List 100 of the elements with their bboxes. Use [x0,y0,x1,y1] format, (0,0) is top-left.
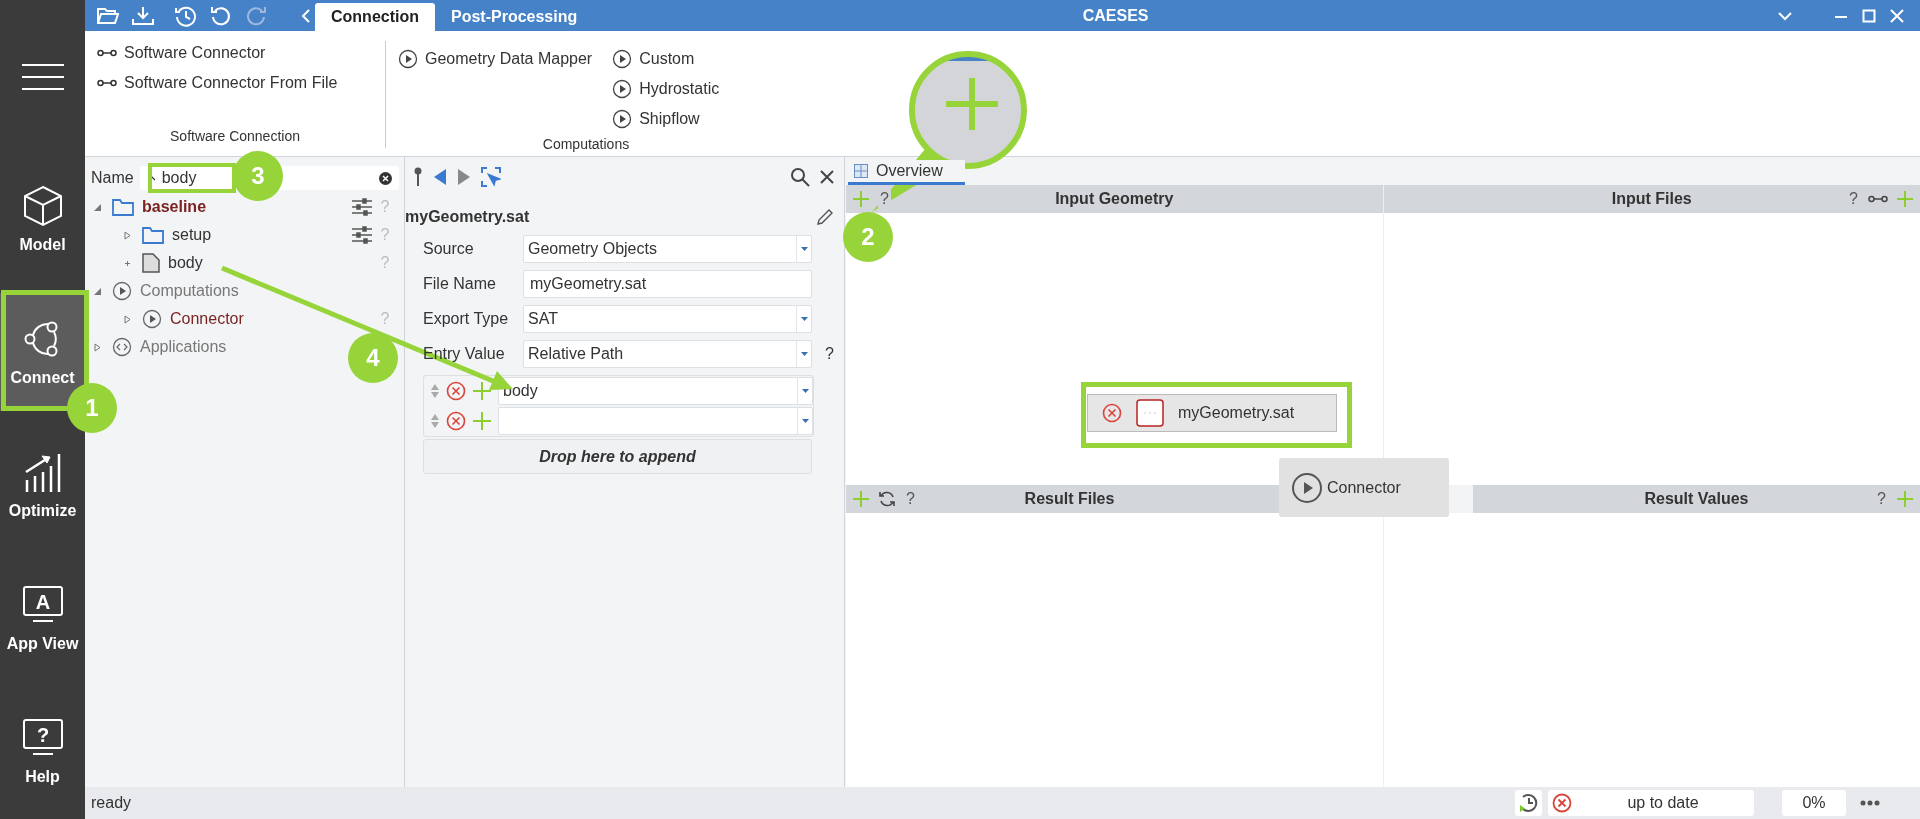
filter-label: Name [91,169,134,187]
caret-icon [800,246,808,251]
caret-icon [800,316,808,321]
drop-zone[interactable]: Drop here to append [423,439,812,474]
ribbon-item[interactable]: Shipflow [612,107,720,130]
callout-badge: 1 [67,383,117,433]
tree-item[interactable]: Applications [140,338,227,356]
back-arrow-icon[interactable] [433,168,447,186]
plus-icon[interactable] [123,258,132,268]
progress-indicator: 0% [1782,790,1846,816]
section-title: Result Files [1024,490,1115,508]
field-label: Entry Value [423,344,506,363]
sidebar-item[interactable]: Model [0,160,85,278]
history-icon[interactable] [175,4,197,27]
geometry-node[interactable]: myGeometry.sat [1087,394,1337,432]
ribbon-item[interactable]: Geometry Data Mapper [398,47,593,70]
pencil-icon[interactable] [816,208,834,226]
view-tab[interactable]: Overview [848,160,965,185]
play-icon [612,78,633,99]
play-icon [612,48,633,69]
link-icon [97,77,117,88]
ribbon-item[interactable]: Hydrostatic [612,77,720,100]
reorder-icon[interactable] [430,413,440,429]
caret-icon [800,351,808,356]
caret-icon [801,389,809,393]
field-label: File Name [423,274,497,293]
play-icon [142,309,162,329]
clear-icon[interactable] [379,171,392,185]
remove-icon[interactable] [446,381,466,401]
ribbon-item[interactable]: Software Connector [97,41,338,64]
search-icon[interactable] [790,167,810,187]
refresh-icon[interactable] [878,490,896,508]
section-title: Input Geometry [1055,190,1174,208]
dropdown-field[interactable]: Relative Path [523,339,812,368]
collapse-icon[interactable] [93,202,102,212]
ribbon-tab[interactable]: Post-Processing [435,3,594,31]
menu-icon[interactable] [21,63,64,90]
tree-item[interactable]: baseline [142,198,207,216]
section-title: Result Values [1644,490,1749,508]
code-icon [112,337,132,357]
error-icon [1552,793,1572,813]
connector-node[interactable]: Connector [1279,458,1449,517]
play-icon [612,108,633,129]
text-field[interactable]: myGeometry.sat [523,269,812,298]
undo-icon[interactable] [210,4,232,27]
play-icon [1291,471,1323,504]
dropdown-field[interactable]: Geometry Objects [523,234,812,263]
dropdown-field[interactable] [498,407,813,435]
history-button[interactable] [1515,790,1542,816]
object-title: myGeometry.sat [405,208,530,226]
ribbon-item[interactable]: Software Connector From File [97,71,338,94]
sliders-icon[interactable] [352,226,372,244]
remove-icon[interactable] [1102,403,1122,423]
link-icon [97,47,117,58]
sliders-icon[interactable] [352,198,372,216]
dropdown-field[interactable]: SAT [523,304,812,333]
expand-icon[interactable] [93,342,102,352]
group-label: Computations [542,136,630,152]
expand-icon[interactable] [123,230,132,240]
tree-item[interactable]: Computations [140,282,239,300]
group-label: Software Connection [170,128,300,144]
ribbon-item[interactable]: Custom [612,47,720,70]
file-icon [142,253,160,273]
download-icon[interactable] [132,5,154,26]
close-icon[interactable] [820,170,834,184]
callout-badge: 3 [233,151,283,201]
tree-item[interactable]: body [168,254,203,272]
grid-icon [854,164,868,178]
section-title: Input Files [1611,190,1692,208]
sidebar-item[interactable]: A App View [0,559,85,677]
play-icon [112,281,132,301]
tree-item[interactable]: Connector [170,310,244,328]
play-icon [398,48,418,69]
folder-icon [142,226,164,244]
file-icon [1136,399,1164,427]
collapse-icon[interactable] [93,286,102,296]
ribbon-tab[interactable]: Connection [315,3,435,31]
help-mark[interactable]: ? [878,190,891,208]
back-icon[interactable] [300,7,312,24]
status-indicator: up to date [1548,790,1754,816]
pin-icon[interactable] [413,167,423,187]
chevron-icon[interactable] [1778,10,1792,21]
status-message: ready [91,794,132,812]
help-mark[interactable]: ? [825,344,834,362]
reorder-icon[interactable] [430,383,440,399]
expand-icon[interactable] [123,314,132,324]
maximize-icon[interactable] [1862,8,1876,23]
field-label: Export Type [423,309,510,328]
select-icon[interactable] [481,167,501,187]
link-icon[interactable] [1868,194,1888,204]
sidebar-item[interactable]: ? Help [0,692,85,810]
open-folder-icon[interactable] [97,6,119,25]
folder-icon [112,198,134,216]
window-title: CAESES [1082,6,1149,25]
caret-icon [801,419,809,423]
tree-item[interactable]: setup [172,226,212,244]
remove-icon[interactable] [446,411,466,431]
more-icon[interactable] [1860,800,1880,806]
forward-arrow-icon[interactable] [457,168,471,186]
field-label: Source [423,239,475,258]
